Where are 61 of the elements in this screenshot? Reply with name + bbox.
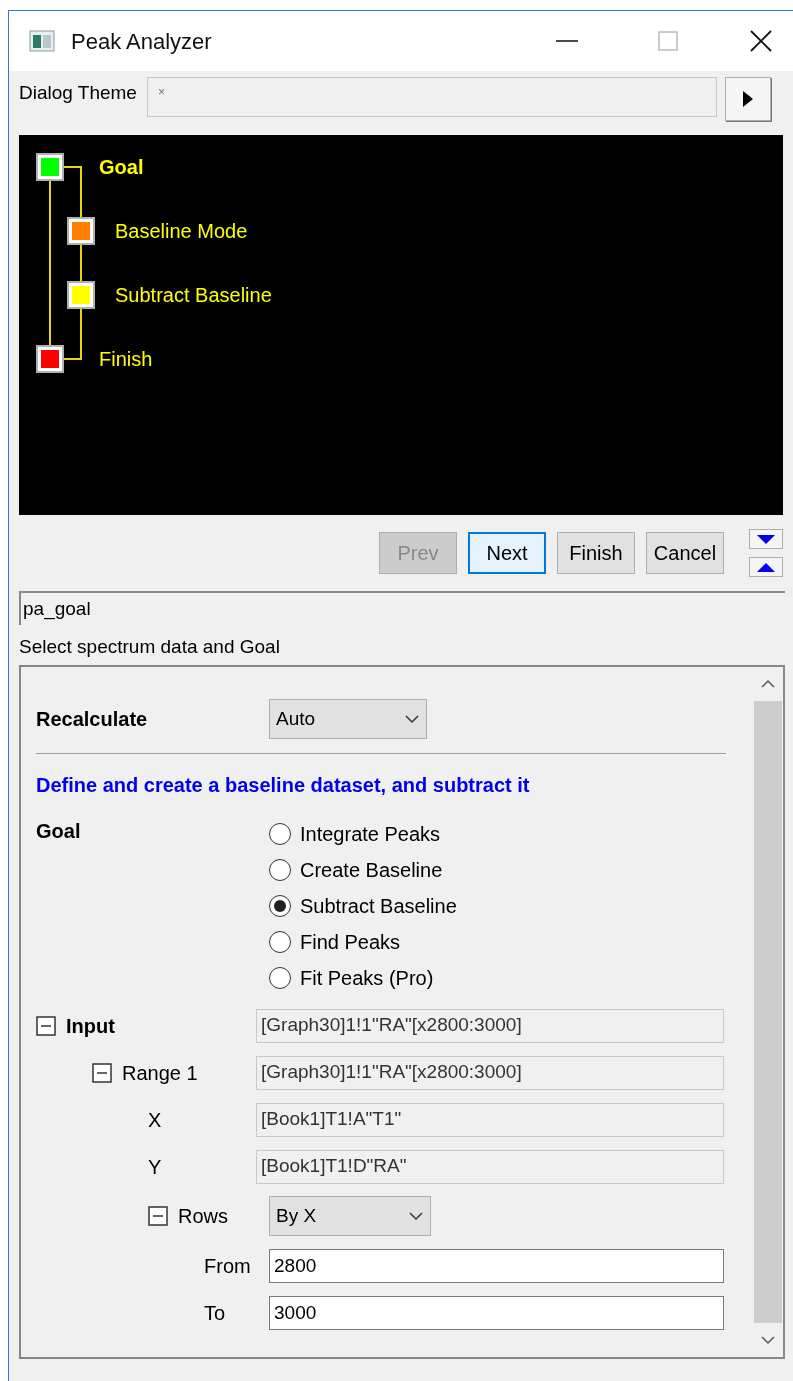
radio-label: Integrate Peaks (300, 822, 441, 847)
step-label[interactable]: Subtract Baseline (115, 280, 272, 310)
play-arrow-icon (741, 90, 754, 108)
step-node[interactable] (67, 217, 95, 245)
radio-label: Subtract Baseline (300, 894, 457, 919)
description-text: Select spectrum data and Goal (19, 635, 281, 659)
chevron-down-icon (404, 714, 420, 724)
tree-label: X (148, 1107, 162, 1133)
readonly-field[interactable]: [Book1]T1!D"RA" (256, 1149, 724, 1184)
dialog-theme-label: Dialog Theme (19, 81, 137, 105)
step-node[interactable] (36, 345, 64, 373)
tree-label: From (204, 1253, 251, 1279)
readonly-field[interactable]: [Graph30]1!1"RA"[x2800:3000] (256, 1055, 724, 1090)
page-name-field: pa_goal (19, 591, 785, 625)
radio-button[interactable] (269, 823, 291, 845)
dialog-theme-field[interactable]: × (146, 77, 717, 117)
recalculate-label: Recalculate (36, 707, 149, 732)
minimize-icon[interactable] (556, 39, 578, 43)
input-field[interactable]: 2800 (269, 1248, 724, 1283)
tree-label: Y (148, 1154, 162, 1180)
wizard-button[interactable]: Finish (557, 532, 635, 574)
step-label[interactable]: Goal (99, 152, 144, 182)
section-heading: Define and create a baseline dataset, and subtract it (36, 773, 531, 798)
goal-label: Goal (36, 819, 82, 844)
radio-label: Fit Peaks (Pro) (300, 966, 434, 991)
dropdown-value[interactable]: Auto (276, 704, 316, 734)
app-window-icon (29, 30, 55, 52)
radio-button[interactable] (269, 931, 291, 953)
readonly-field[interactable]: [Graph30]1!1"RA"[x2800:3000] (256, 1008, 724, 1043)
input-field[interactable]: 3000 (269, 1295, 724, 1330)
close-icon[interactable] (750, 30, 772, 52)
step-node[interactable] (36, 153, 64, 181)
wizard-button[interactable]: Cancel (646, 532, 724, 574)
tree-label: To (204, 1300, 226, 1326)
radio-label: Find Peaks (300, 930, 401, 955)
radio-button[interactable] (269, 859, 291, 881)
radio-button[interactable] (269, 967, 291, 989)
collapse-icon[interactable] (148, 1206, 168, 1226)
tree-label: Input (66, 1013, 115, 1039)
scroll-up-icon[interactable] (761, 679, 775, 689)
step-label[interactable]: Finish (99, 344, 153, 374)
step-node[interactable] (67, 281, 95, 309)
triangle-down-icon (757, 534, 775, 544)
triangle-up-icon (757, 562, 775, 572)
tree-label: Rows (178, 1204, 228, 1229)
chevron-down-icon (408, 1211, 424, 1221)
scrollbar-thumb[interactable] (754, 701, 782, 1323)
collapse-icon[interactable] (36, 1015, 56, 1036)
collapse-icon[interactable] (92, 1062, 112, 1083)
window-title: Peak Analyzer (71, 27, 212, 56)
tree-label: Range 1 (122, 1060, 198, 1086)
collapse-down-button[interactable] (749, 529, 783, 549)
scroll-down-icon[interactable] (761, 1335, 775, 1345)
wizard-button[interactable]: Next (468, 532, 546, 574)
readonly-field[interactable]: [Book1]T1!A"T1" (256, 1102, 724, 1137)
theme-menu-button[interactable] (724, 77, 771, 121)
dropdown-value[interactable]: By X (276, 1201, 317, 1231)
radio-button[interactable] (269, 895, 291, 917)
expand-up-button[interactable] (749, 557, 783, 577)
radio-label: Create Baseline (300, 858, 443, 883)
step-label[interactable]: Baseline Mode (115, 216, 248, 246)
